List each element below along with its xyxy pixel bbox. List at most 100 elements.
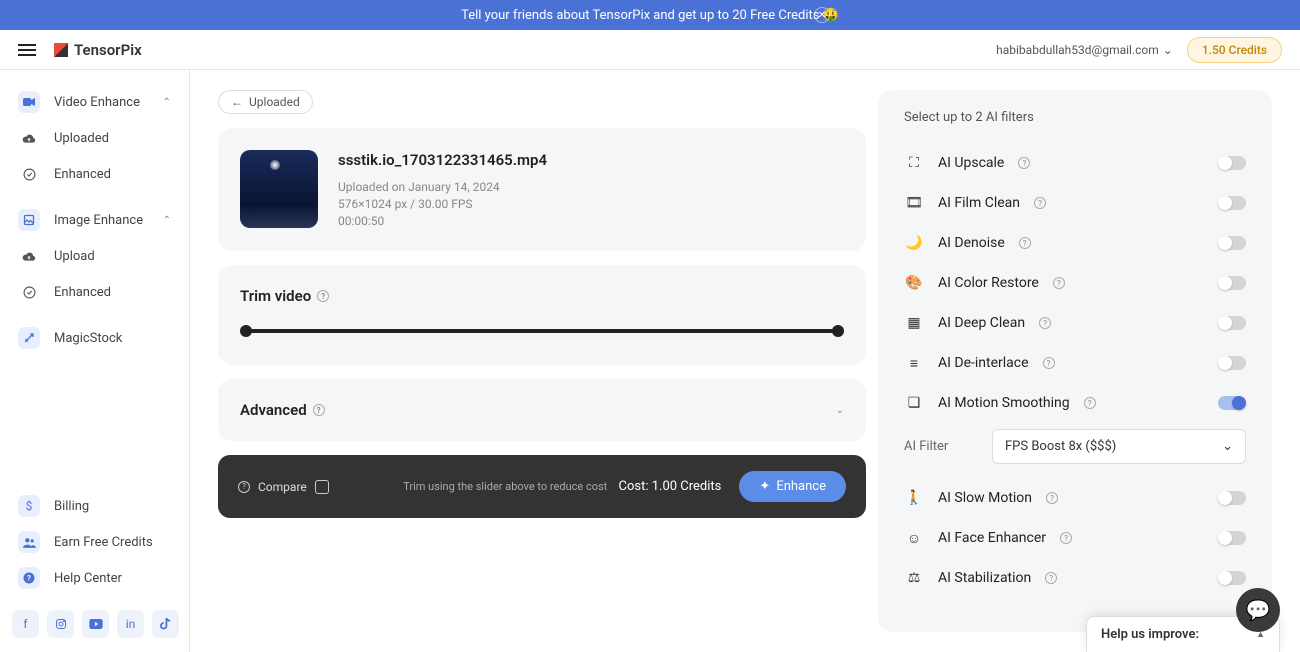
sidebar-item-label: Video Enhance [54,95,140,110]
toggle-face-enhancer[interactable] [1218,531,1246,545]
info-icon[interactable]: ? [313,404,325,416]
sidebar-item-video-enhance[interactable]: Video Enhance ⌃ [10,84,179,120]
banner-close-icon[interactable]: ✕ [814,7,830,23]
blur-icon: ▦ [904,313,924,333]
compare-label: Compare [258,480,307,494]
enhance-button[interactable]: ✦ Enhance [739,471,846,502]
sidebar-item-label: Uploaded [54,131,109,146]
tiktok-icon[interactable] [152,610,179,638]
chat-bubble-icon[interactable]: 💬 [1236,588,1280,632]
banner-text: Tell your friends about TensorPix and ge… [461,8,839,23]
enhance-label: Enhance [776,479,826,494]
filter-motion-smoothing: ❏ AI Motion Smoothing ? [904,383,1246,423]
facebook-icon[interactable]: f [12,610,39,638]
help-icon: ? [18,567,40,589]
trim-handle-end[interactable] [832,325,844,337]
sidebar-item-label: Earn Free Credits [54,535,153,550]
youtube-icon[interactable] [82,610,109,638]
info-icon[interactable]: ? [1018,157,1030,169]
fps-dropdown[interactable]: FPS Boost 8x ($$$) ⌄ [992,429,1246,464]
toggle-upscale[interactable] [1218,156,1246,170]
sidebar-item-magicstock[interactable]: MagicStock [10,320,179,356]
info-icon[interactable]: ? [1084,397,1096,409]
filter-label: AI Deep Clean [938,315,1025,331]
filter-deinterlace: ≡ AI De-interlace ? [904,343,1246,383]
dropdown-label: AI Filter [904,439,954,454]
video-uploaded-on: Uploaded on January 14, 2024 [338,179,547,196]
credits-badge[interactable]: 1.50 Credits [1187,37,1282,63]
trim-title: Trim video [240,287,311,305]
back-button[interactable]: ← Uploaded [218,90,313,114]
sidebar-item-earn[interactable]: Earn Free Credits [10,524,179,560]
toggle-film-clean[interactable] [1218,196,1246,210]
dropdown-value: FPS Boost 8x ($$$) [1005,439,1116,454]
chevron-down-icon: ⌄ [836,405,844,416]
cloud-upload-icon [18,127,40,149]
video-dimensions: 576×1024 px / 30.00 FPS [338,196,547,213]
toggle-deep-clean[interactable] [1218,316,1246,330]
info-icon[interactable]: ? [1046,492,1058,504]
upscale-icon: ⛶ [904,153,924,173]
sparkle-icon: ✦ [759,479,770,494]
sidebar-item-label: Image Enhance [54,213,143,228]
trim-card: Trim video ? [218,265,866,365]
cost-text: Cost: 1.00 Credits [619,479,722,494]
face-icon: ☺ [904,528,924,548]
sidebar-item-image-enhance[interactable]: Image Enhance ⌃ [10,202,179,238]
video-icon [18,91,40,113]
toggle-deinterlace[interactable] [1218,356,1246,370]
back-label: Uploaded [249,95,300,109]
brand-name: TensorPix [74,41,142,59]
video-filename: ssstik.io_1703122331465.mp4 [338,150,547,171]
user-menu[interactable]: habibabdullah53d@gmail.com ⌄ [996,43,1173,57]
info-icon[interactable]: ? [1039,317,1051,329]
sidebar-item-upload[interactable]: Upload [10,238,179,274]
trim-slider[interactable] [244,329,840,333]
sidebar-item-help[interactable]: ? Help Center [10,560,179,596]
magic-icon [18,327,40,349]
filter-face-enhancer: ☺ AI Face Enhancer ? [904,518,1246,558]
sidebar-item-enhanced2[interactable]: Enhanced [10,274,179,310]
filter-label: AI Stabilization [938,570,1031,586]
filter-denoise: 🌙 AI Denoise ? [904,223,1246,263]
advanced-card[interactable]: Advanced ? ⌄ [218,379,866,441]
sidebar-item-label: MagicStock [54,331,122,346]
toggle-denoise[interactable] [1218,236,1246,250]
toggle-slow-motion[interactable] [1218,491,1246,505]
info-icon[interactable]: ? [1045,572,1057,584]
info-icon[interactable]: ? [317,290,329,302]
toggle-stabilization[interactable] [1218,571,1246,585]
chevron-down-icon: ⌄ [1163,43,1173,57]
video-duration: 00:00:50 [338,213,547,230]
filter-upscale: ⛶ AI Upscale ? [904,143,1246,183]
scale-icon: ⚖ [904,568,924,588]
filter-label: AI Color Restore [938,275,1039,291]
sidebar-item-billing[interactable]: $ Billing [10,488,179,524]
sidebar-item-uploaded[interactable]: Uploaded [10,120,179,156]
action-bar: ? Compare Trim using the slider above to… [218,455,866,518]
check-circle-icon [18,163,40,185]
info-icon[interactable]: ? [1043,357,1055,369]
filter-label: AI Face Enhancer [938,530,1046,546]
sidebar-item-label: Enhanced [54,285,111,300]
compare-checkbox[interactable] [315,480,329,494]
people-icon [18,531,40,553]
sidebar-item-enhanced[interactable]: Enhanced [10,156,179,192]
brand-logo[interactable]: TensorPix [54,41,142,59]
sidebar-item-label: Upload [54,249,95,264]
instagram-icon[interactable] [47,610,74,638]
check-circle-icon [18,281,40,303]
trim-handle-start[interactable] [240,325,252,337]
info-icon[interactable]: ? [1053,277,1065,289]
menu-icon[interactable] [18,44,36,56]
info-icon[interactable]: ? [1034,197,1046,209]
compare-toggle[interactable]: ? Compare [238,480,329,494]
toggle-motion-smoothing[interactable] [1218,396,1246,410]
chevron-up-icon: ⌃ [163,97,171,108]
toggle-color-restore[interactable] [1218,276,1246,290]
info-icon[interactable]: ? [1060,532,1072,544]
lines-icon: ≡ [904,353,924,373]
user-email: habibabdullah53d@gmail.com [996,43,1159,57]
linkedin-icon[interactable]: in [117,610,144,638]
info-icon[interactable]: ? [1019,237,1031,249]
